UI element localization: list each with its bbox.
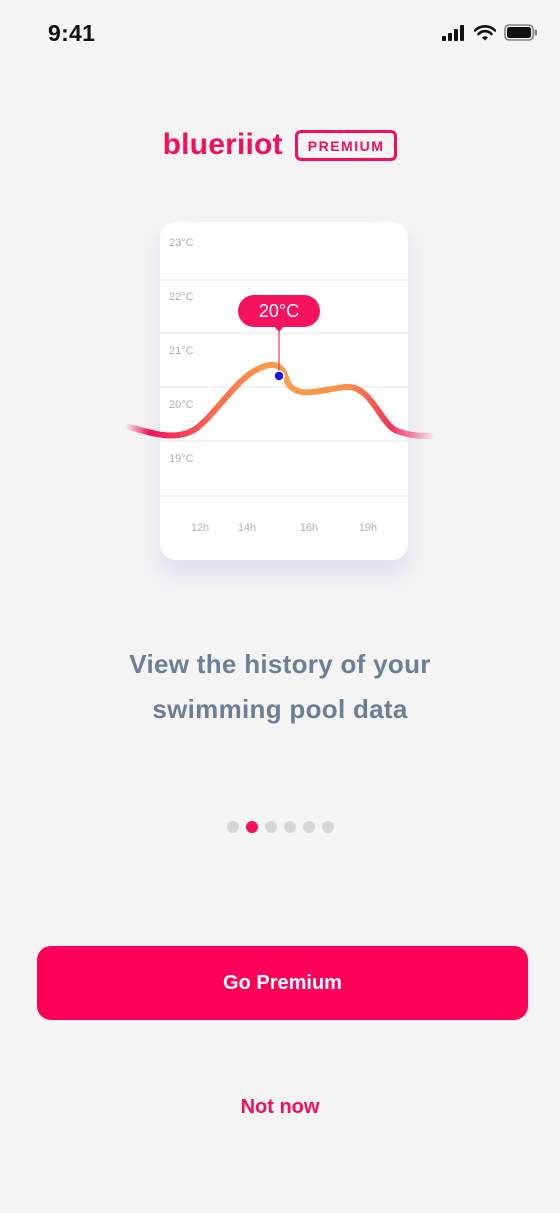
x-tick-label: 14h — [238, 522, 256, 534]
x-tick-label: 12h — [191, 522, 209, 534]
go-premium-button[interactable]: Go Premium — [37, 946, 528, 1020]
x-tick-label: 19h — [359, 522, 377, 534]
page-dot[interactable] — [226, 821, 239, 833]
temperature-chart: 23°C 22°C 21°C 20°C 19°C 12h 14h 16h 19h — [160, 237, 408, 534]
status-time: 9:41 — [48, 20, 96, 46]
temperature-chart-card: 23°C 22°C 21°C 20°C 19°C 12h 14h 16h 19h — [160, 222, 408, 560]
status-bar: 9:41 — [0, 0, 560, 70]
y-tick-label: 22°C — [169, 291, 194, 303]
y-tick-label: 19°C — [169, 453, 194, 465]
headline-line-1: View the history of your — [129, 649, 431, 679]
status-icons — [442, 24, 538, 46]
signal-icon — [442, 24, 466, 46]
page-dot-active[interactable] — [245, 821, 258, 833]
wifi-icon — [473, 24, 497, 46]
x-tick-label: 16h — [300, 522, 318, 534]
headline: View the history of your swimming pool d… — [0, 642, 560, 732]
page-dot[interactable] — [283, 821, 296, 833]
premium-badge: PREMIUM — [294, 129, 398, 161]
y-tick-label: 23°C — [169, 237, 194, 249]
page-indicator — [0, 821, 560, 833]
brand-logo: blueriiot PREMIUM — [0, 128, 560, 162]
brand-name: blueriiot — [162, 128, 283, 161]
page-dot[interactable] — [321, 821, 334, 833]
battery-icon — [504, 24, 538, 46]
page-dot[interactable] — [264, 821, 277, 833]
y-tick-label: 21°C — [169, 345, 194, 357]
headline-line-2: swimming pool data — [152, 694, 408, 724]
page-dot[interactable] — [302, 821, 315, 833]
not-now-button[interactable]: Not now — [0, 1096, 560, 1119]
y-tick-label: 20°C — [169, 399, 194, 411]
